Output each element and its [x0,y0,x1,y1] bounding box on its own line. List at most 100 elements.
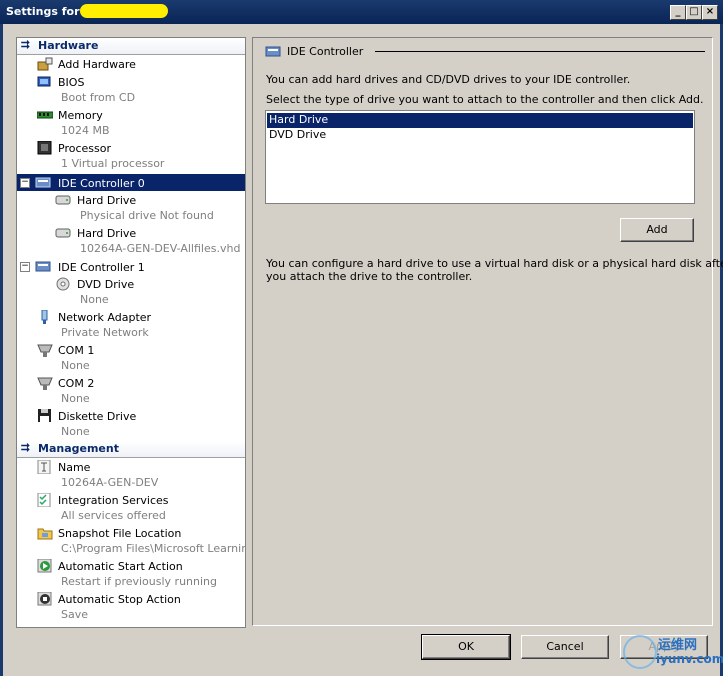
tree-item-automatic-start-action[interactable]: Automatic Start Action Restart if previo… [17,559,245,591]
tree-item-detail: None [80,293,109,306]
instruction-text: Select the type of drive you want to att… [266,93,704,106]
ide-controller-icon [265,46,281,57]
tree-item-hard-drive-2[interactable]: Hard Drive 10264A-GEN-DEV-Allfiles.vhd [17,226,245,258]
tree-item-dvd-drive[interactable]: DVD Drive None [17,277,245,309]
tree-item-com1[interactable]: COM 1 None [17,343,245,375]
cancel-button[interactable]: Cancel [521,635,609,659]
intro-text: You can add hard drives and CD/DVD drive… [266,73,631,86]
tree-item-detail: Private Network [61,326,149,339]
tree-item-detail: 1024 MB [61,124,110,137]
tree-item-label: Integration Services [58,494,169,507]
tree-item-label: Automatic Stop Action [58,593,181,606]
dvd-disc-icon [56,277,70,291]
collapse-icon[interactable]: ⮆ [21,441,30,455]
watermark-url: iyunv.com [656,652,723,666]
tree-item-ide-controller-0[interactable]: − IDE Controller 0 [17,174,245,192]
bios-icon [37,76,51,87]
tree-item-label: Memory [58,109,103,122]
hard-drive-icon [55,195,71,205]
heading-rule [375,51,705,52]
management-section-header[interactable]: ⮆ Management [17,441,245,458]
network-adapter-icon [41,310,48,324]
processor-icon [37,141,52,155]
tree-item-label: Hard Drive [77,194,137,207]
drive-option-hard-drive[interactable]: Hard Drive [267,113,693,128]
tree-item-detail: 10264A-GEN-DEV-Allfiles.vhd [80,242,241,255]
tree-item-label: Hard Drive [77,227,137,240]
tree-item-label: BIOS [58,76,85,89]
tree-item-integration-services[interactable]: Integration Services All services offere… [17,493,245,525]
tree-item-diskette-drive[interactable]: Diskette Drive None [17,409,245,441]
name-tag-icon [37,460,51,474]
tree-item-detail: C:\Program Files\Microsoft Learnin... [61,542,246,555]
collapse-expander-icon[interactable]: − [20,262,30,272]
tree-item-label: IDE Controller 0 [58,177,145,190]
watermark-text: 运维网 [658,638,698,653]
tree-item-bios[interactable]: BIOS Boot from CD [17,75,245,107]
window-title: Settings for [6,5,80,18]
note-text-line-1: You can configure a hard drive to use a … [266,257,723,270]
tree-item-label: Snapshot File Location [58,527,182,540]
close-button[interactable]: × [702,5,718,20]
tree-item-label: Processor [58,142,111,155]
hard-drive-icon [55,228,71,238]
tree-item-label: Diskette Drive [58,410,137,423]
tree-item-detail: Physical drive Not found [80,209,214,222]
redacted-vm-name [80,4,168,18]
serial-port-icon [37,377,53,390]
panel-title: IDE Controller [287,45,364,58]
integration-services-icon [37,493,51,507]
tree-item-label: Add Hardware [58,58,136,71]
ok-button[interactable]: OK [421,634,511,660]
tree-item-ide-controller-1[interactable]: − IDE Controller 1 [17,260,245,276]
auto-start-icon [37,559,52,573]
title-bar: Settings for _ □ × [0,0,723,24]
ide-controller-icon [35,177,51,188]
serial-port-icon [37,344,53,357]
add-button[interactable]: Add [620,218,694,242]
tree-item-detail: Save [61,608,89,621]
tree-item-snapshot-file-location[interactable]: Snapshot File Location C:\Program Files\… [17,526,245,558]
tree-item-detail: None [61,359,90,372]
tree-item-label: IDE Controller 1 [58,261,145,274]
tree-item-name[interactable]: Name 10264A-GEN-DEV [17,460,245,492]
maximize-button[interactable]: □ [686,5,702,20]
auto-stop-icon [37,592,52,606]
tree-item-detail: None [61,392,90,405]
tree-item-detail: 1 Virtual processor [61,157,165,170]
tree-item-detail: Restart if previously running [61,575,217,588]
tree-item-detail: All services offered [61,509,166,522]
tree-item-detail: None [61,425,90,438]
drive-type-list[interactable]: Hard Drive DVD Drive [265,110,695,204]
tree-item-network-adapter[interactable]: Network Adapter Private Network [17,310,245,342]
note-text-line-2: you attach the drive to the controller. [266,270,473,283]
hardware-header-label: Hardware [38,39,99,52]
memory-icon [37,111,53,119]
tree-item-com2[interactable]: COM 2 None [17,376,245,408]
tree-item-label: DVD Drive [77,278,135,291]
snapshot-folder-icon [37,528,53,540]
drive-option-dvd-drive[interactable]: DVD Drive [267,128,693,143]
add-hardware-icon [37,57,53,71]
tree-item-label: Automatic Start Action [58,560,183,573]
tree-item-label: Name [58,461,91,474]
tree-item-label: COM 1 [58,344,95,357]
tree-item-memory[interactable]: Memory 1024 MB [17,108,245,140]
collapse-icon[interactable]: ⮆ [21,38,30,52]
tree-item-label: Network Adapter [58,311,152,324]
minimize-button[interactable]: _ [670,5,686,20]
floppy-disk-icon [38,409,51,422]
details-panel: IDE Controller You can add hard drives a… [252,37,723,626]
site-watermark: 运维网 iyunv.com [620,632,723,672]
tree-item-detail: 10264A-GEN-DEV [61,476,159,489]
tree-item-hard-drive-1[interactable]: Hard Drive Physical drive Not found [17,193,245,225]
ide-controller-icon [35,261,51,272]
hardware-section-header[interactable]: ⮆ Hardware [17,38,245,55]
tree-item-detail: Boot from CD [61,91,136,104]
management-header-label: Management [38,442,119,455]
tree-item-automatic-stop-action[interactable]: Automatic Stop Action Save [17,592,245,624]
settings-tree[interactable]: ⮆ Hardware Add Hardware BIOS Boot from C… [16,37,246,628]
tree-item-label: COM 2 [58,377,95,390]
tree-item-processor[interactable]: Processor 1 Virtual processor [17,141,245,173]
collapse-expander-icon[interactable]: − [20,178,30,188]
